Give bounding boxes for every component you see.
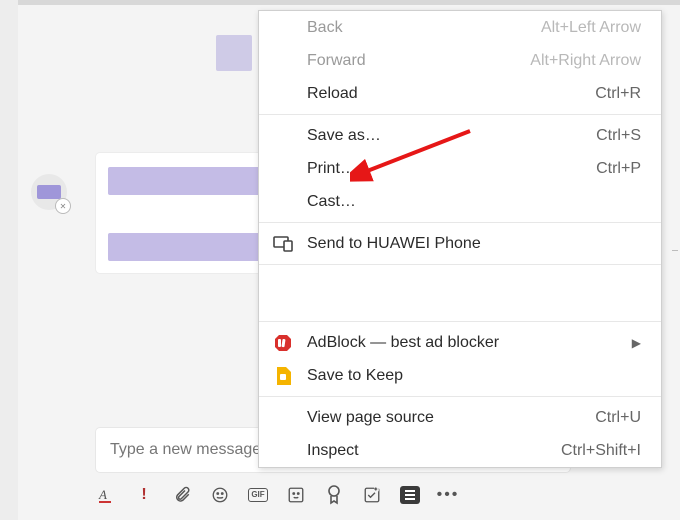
gif-icon[interactable]: GIF xyxy=(248,485,268,505)
menu-label: Save as… xyxy=(307,127,381,145)
emoji-icon[interactable] xyxy=(210,485,230,505)
prior-message-snippet xyxy=(216,35,252,71)
menu-label: Cast… xyxy=(307,193,356,211)
menu-send-to-phone[interactable]: Send to HUAWEI Phone xyxy=(259,227,661,260)
menu-forward[interactable]: Forward Alt+Right Arrow xyxy=(259,44,661,77)
menu-save-to-keep[interactable]: Save to Keep xyxy=(259,359,661,392)
more-icon[interactable]: ••• xyxy=(438,485,458,505)
compose-placeholder: Type a new message xyxy=(110,441,261,459)
format-icon[interactable]: A xyxy=(96,485,116,505)
apps-icon[interactable] xyxy=(400,486,420,504)
redacted-text xyxy=(108,233,268,261)
menu-shortcut: Ctrl+P xyxy=(596,160,641,178)
menu-print[interactable]: Print… Ctrl+P xyxy=(259,152,661,185)
attach-icon[interactable] xyxy=(172,485,192,505)
presence-unknown-icon: ✕ xyxy=(55,198,71,214)
menu-label: View page source xyxy=(307,409,434,427)
menu-shortcut: Ctrl+Shift+I xyxy=(561,442,641,460)
svg-text:A: A xyxy=(98,487,107,502)
adblock-icon xyxy=(273,333,293,353)
app-root: ✕ Type a new message A ! GIF xyxy=(0,0,680,520)
menu-back[interactable]: Back Alt+Left Arrow xyxy=(259,11,661,44)
submenu-arrow-icon: ▶ xyxy=(632,336,641,350)
compose-toolbar: A ! GIF ••• xyxy=(96,480,566,510)
menu-label: Print… xyxy=(307,160,356,178)
menu-shortcut: Ctrl+U xyxy=(595,409,641,427)
redacted-text xyxy=(108,167,268,195)
menu-save-as[interactable]: Save as… Ctrl+S xyxy=(259,119,661,152)
menu-label: Inspect xyxy=(307,442,359,460)
menu-adblock[interactable]: AdBlock — best ad blocker ▶ xyxy=(259,326,661,359)
menu-separator xyxy=(259,114,661,115)
menu-label: Forward xyxy=(307,52,366,70)
menu-separator xyxy=(259,396,661,397)
menu-label: Save to Keep xyxy=(307,367,403,385)
menu-reload[interactable]: Reload Ctrl+R xyxy=(259,77,661,110)
scroll-hint xyxy=(672,250,678,251)
avatar[interactable]: ✕ xyxy=(31,174,67,210)
menu-label: Send to HUAWEI Phone xyxy=(307,235,481,253)
menu-separator xyxy=(259,321,661,322)
menu-shortcut: Alt+Right Arrow xyxy=(530,52,641,70)
menu-label: Back xyxy=(307,19,343,37)
cast-device-icon xyxy=(273,234,293,254)
menu-inspect[interactable]: Inspect Ctrl+Shift+I xyxy=(259,434,661,467)
menu-separator xyxy=(259,222,661,223)
menu-spacer xyxy=(259,269,661,317)
menu-view-source[interactable]: View page source Ctrl+U xyxy=(259,401,661,434)
app-rail xyxy=(0,0,18,520)
priority-icon[interactable]: ! xyxy=(134,485,154,505)
context-menu: Back Alt+Left Arrow Forward Alt+Right Ar… xyxy=(258,10,662,468)
sticker-icon[interactable] xyxy=(286,485,306,505)
keep-icon xyxy=(273,366,293,386)
menu-shortcut: Ctrl+R xyxy=(595,85,641,103)
channel-gutter xyxy=(18,5,86,520)
menu-label: AdBlock — best ad blocker xyxy=(307,334,499,352)
approvals-icon[interactable] xyxy=(362,485,382,505)
praise-icon[interactable] xyxy=(324,485,344,505)
menu-shortcut: Ctrl+S xyxy=(596,127,641,145)
menu-shortcut: Alt+Left Arrow xyxy=(541,19,641,37)
menu-cast[interactable]: Cast… xyxy=(259,185,661,218)
menu-label: Reload xyxy=(307,85,358,103)
menu-separator xyxy=(259,264,661,265)
avatar-image xyxy=(37,185,61,199)
